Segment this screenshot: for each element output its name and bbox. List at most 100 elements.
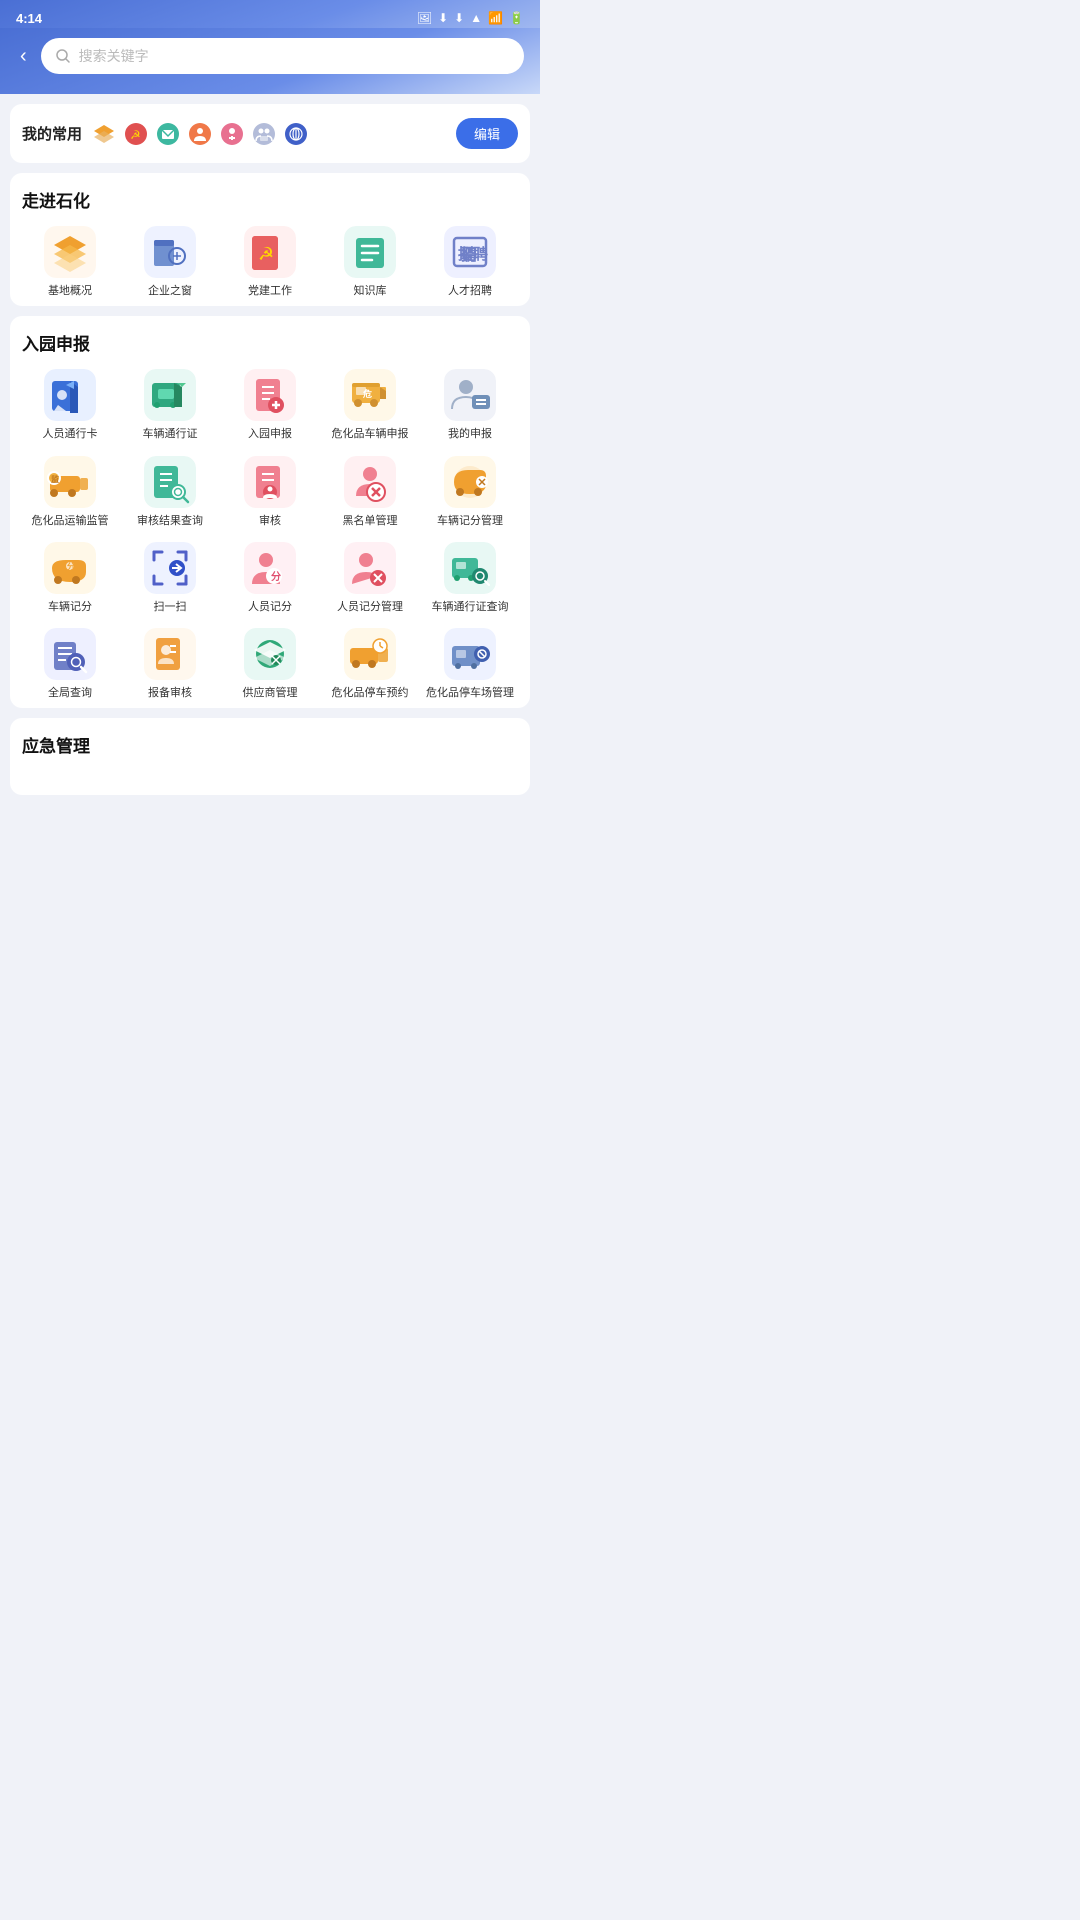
icon-weihua-transport-label: 危化品运输监管 bbox=[32, 514, 109, 528]
icon-my-apply-img bbox=[444, 369, 496, 421]
icon-weihua-car-label: 危化品车辆申报 bbox=[332, 427, 409, 441]
icon-report-audit-img bbox=[144, 628, 196, 680]
icon-weihua-transport[interactable]: 监 危化品运输监管 bbox=[22, 456, 118, 528]
emergency-title: 应急管理 bbox=[22, 732, 518, 757]
icon-zhishiku[interactable]: 知识库 bbox=[322, 226, 418, 298]
back-button[interactable]: ‹ bbox=[16, 41, 31, 72]
icon-my-apply-label: 我的申报 bbox=[448, 427, 492, 441]
svg-text:分: 分 bbox=[67, 561, 75, 571]
svg-text:招聘: 招聘 bbox=[458, 245, 488, 263]
icon-qiye-label: 企业之窗 bbox=[148, 284, 192, 298]
icon-report-audit[interactable]: 报备审核 bbox=[122, 628, 218, 700]
icon-scan[interactable]: 扫一扫 bbox=[122, 542, 218, 614]
icon-blacklist-label: 黑名单管理 bbox=[343, 514, 398, 528]
icon-cheliang-pass[interactable]: 车辆通行证 bbox=[122, 369, 218, 441]
icon-parking-manage[interactable]: 危化品停车场管理 bbox=[422, 628, 518, 700]
fav-icon-party[interactable]: ☭ bbox=[122, 120, 150, 148]
favorites-row: 我的常用 ☭ bbox=[22, 118, 518, 149]
icon-dangjian-img: ☭ bbox=[244, 226, 296, 278]
icon-person-score-manage-img bbox=[344, 542, 396, 594]
svg-text:☭: ☭ bbox=[258, 244, 274, 264]
fav-icon-globe[interactable] bbox=[282, 120, 310, 148]
icon-renyuan-card[interactable]: 人员通行卡 bbox=[22, 369, 118, 441]
icon-car-score[interactable]: 分 车辆记分 bbox=[22, 542, 118, 614]
signal-icon: 📶 bbox=[488, 11, 503, 25]
icon-parking-reserve-img bbox=[344, 628, 396, 680]
icon-dangjian[interactable]: ☭ 党建工作 bbox=[222, 226, 318, 298]
icon-person-score-manage[interactable]: 人员记分管理 bbox=[322, 542, 418, 614]
icon-blacklist-img bbox=[344, 456, 396, 508]
favorites-title: 我的常用 bbox=[22, 123, 82, 144]
icon-audit-label: 审核 bbox=[259, 514, 281, 528]
icon-report-audit-label: 报备审核 bbox=[148, 686, 192, 700]
icon-weihua-transport-img: 监 bbox=[44, 456, 96, 508]
svg-text:分: 分 bbox=[271, 570, 281, 583]
icon-scan-img bbox=[144, 542, 196, 594]
status-bar: 4:14 🖼 ⬇ ⬇ ▲ 📶 🔋 bbox=[0, 0, 540, 28]
icon-zhaopin-label: 人才招聘 bbox=[448, 284, 492, 298]
icon-person-score-img: 分 bbox=[244, 542, 296, 594]
search-row: ‹ 搜索关键字 bbox=[16, 38, 524, 74]
icon-scan-label: 扫一扫 bbox=[154, 600, 187, 614]
icon-zhaopin-img: 招 聘 招聘 bbox=[444, 226, 496, 278]
icon-supplier-img bbox=[244, 628, 296, 680]
icon-global-query-img bbox=[44, 628, 96, 680]
icon-jidi-label: 基地概况 bbox=[48, 284, 92, 298]
icon-dangjian-label: 党建工作 bbox=[248, 284, 292, 298]
fav-icon-pink[interactable] bbox=[218, 120, 246, 148]
icon-weihua-car-img: 危 bbox=[344, 369, 396, 421]
icon-renyuan-card-img bbox=[44, 369, 96, 421]
icon-parking-manage-img bbox=[444, 628, 496, 680]
wifi-icon: ▲ bbox=[470, 11, 482, 25]
icon-cheliang-pass-img bbox=[144, 369, 196, 421]
icon-ruyuan-apply[interactable]: 入园申报 bbox=[222, 369, 318, 441]
ruyuan-section: 入园申报 人员通行卡 bbox=[10, 316, 530, 708]
icon-qiye-img bbox=[144, 226, 196, 278]
icon-car-score-img: 分 bbox=[44, 542, 96, 594]
fav-icon-group[interactable] bbox=[250, 120, 278, 148]
svg-text:监: 监 bbox=[51, 474, 59, 484]
fav-icon-layers[interactable] bbox=[90, 120, 118, 148]
icon-qiye[interactable]: 企业之窗 bbox=[122, 226, 218, 298]
emergency-section: 应急管理 bbox=[10, 718, 530, 795]
zoujin-grid: 基地概况 企业之窗 bbox=[22, 226, 518, 298]
icon-jidi[interactable]: 基地概况 bbox=[22, 226, 118, 298]
download2-icon: ⬇ bbox=[454, 11, 464, 25]
search-bar[interactable]: 搜索关键字 bbox=[41, 38, 524, 74]
favorites-card: 我的常用 ☭ bbox=[10, 104, 530, 163]
icon-my-apply[interactable]: 我的申报 bbox=[422, 369, 518, 441]
icon-parking-reserve-label: 危化品停车预约 bbox=[332, 686, 409, 700]
icon-person-score[interactable]: 分 人员记分 bbox=[222, 542, 318, 614]
icon-weihua-car[interactable]: 危 危化品车辆申报 bbox=[322, 369, 418, 441]
icon-person-score-label: 人员记分 bbox=[248, 600, 292, 614]
icon-parking-manage-label: 危化品停车场管理 bbox=[426, 686, 514, 700]
icon-car-pass-query[interactable]: 车辆通行证查询 bbox=[422, 542, 518, 614]
icon-renyuan-card-label: 人员通行卡 bbox=[43, 427, 98, 441]
icon-supplier[interactable]: 供应商管理 bbox=[222, 628, 318, 700]
icon-car-score-manage-img bbox=[444, 456, 496, 508]
svg-text:☭: ☭ bbox=[130, 128, 141, 142]
favorites-icons: ☭ bbox=[90, 120, 310, 148]
icon-jidi-img bbox=[44, 226, 96, 278]
main-content: 我的常用 ☭ bbox=[0, 104, 540, 795]
icon-audit-query-img bbox=[144, 456, 196, 508]
icon-audit[interactable]: 审核 bbox=[222, 456, 318, 528]
edit-button[interactable]: 编辑 bbox=[456, 118, 518, 149]
icon-car-score-manage[interactable]: 车辆记分管理 bbox=[422, 456, 518, 528]
icon-blacklist[interactable]: 黑名单管理 bbox=[322, 456, 418, 528]
status-time: 4:14 bbox=[16, 11, 42, 26]
icon-global-query[interactable]: 全局查询 bbox=[22, 628, 118, 700]
status-icons: 🖼 ⬇ ⬇ ▲ 📶 🔋 bbox=[417, 11, 524, 25]
fav-icon-envelope[interactable] bbox=[154, 120, 182, 148]
icon-audit-query[interactable]: 审核结果查询 bbox=[122, 456, 218, 528]
zoujin-section: 走进石化 基地概况 bbox=[10, 173, 530, 306]
ruyuan-grid: 人员通行卡 车辆通行证 bbox=[22, 369, 518, 700]
icon-parking-reserve[interactable]: 危化品停车预约 bbox=[322, 628, 418, 700]
icon-ruyuan-apply-img bbox=[244, 369, 296, 421]
icon-zhishiku-label: 知识库 bbox=[354, 284, 387, 298]
icon-global-query-label: 全局查询 bbox=[48, 686, 92, 700]
image-icon: 🖼 bbox=[417, 11, 432, 25]
icon-zhaopin[interactable]: 招 聘 招聘 人才招聘 bbox=[422, 226, 518, 298]
search-icon bbox=[55, 48, 71, 64]
fav-icon-person[interactable] bbox=[186, 120, 214, 148]
